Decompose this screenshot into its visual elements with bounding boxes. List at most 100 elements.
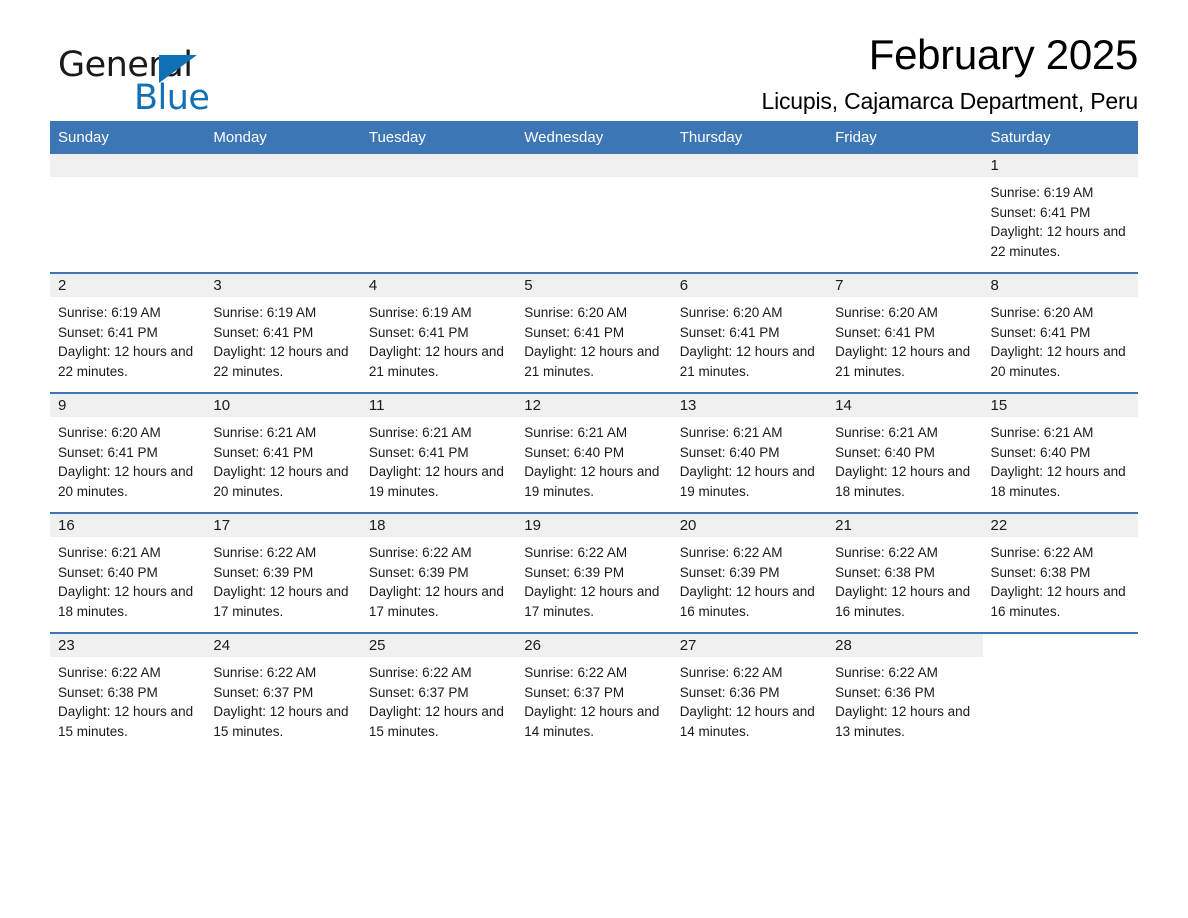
day-content bbox=[516, 154, 672, 272]
sunrise-time: Sunrise: 6:21 AM bbox=[213, 425, 317, 440]
day-content bbox=[827, 154, 983, 272]
day-number: 9 bbox=[50, 394, 206, 417]
day-number: 25 bbox=[360, 634, 517, 657]
day-sun-info: Sunrise: 6:20 AM Sunset: 6:41 PM Daylight:… bbox=[983, 297, 1138, 382]
weekday-header-friday: Friday bbox=[827, 121, 983, 154]
sunset-time: Sunset: 6:38 PM bbox=[990, 564, 1091, 580]
calendar-day-cell[interactable]: 2 Sunrise: 6:19 AM Sunset: 6:41 PM Daylight… bbox=[50, 272, 206, 393]
calendar-day-cell[interactable]: 6 Sunrise: 6:20 AM Sunset: 6:41 PM Daylight… bbox=[671, 272, 828, 393]
day-sun-info: Sunrise: 6:19 AM Sunset: 6:41 PM Daylight:… bbox=[50, 297, 205, 382]
calendar-day-cell[interactable]: 13 Sunrise: 6:21 AM Sunset: 6:40 PM Dayligh… bbox=[671, 392, 828, 513]
sunrise-sunset-calendar: Sunday Monday Tuesday Wednesday Thursday… bbox=[50, 121, 1138, 752]
calendar-day-cell[interactable]: 10 Sunrise: 6:21 AM Sunset: 6:41 PM Dayligh… bbox=[205, 392, 361, 513]
calendar-day-cell[interactable]: 12 Sunrise: 6:21 AM Sunset: 6:40 PM Dayligh… bbox=[516, 392, 672, 513]
calendar-day-cell[interactable]: 26 Sunrise: 6:22 AM Sunset: 6:37 PM Dayligh… bbox=[516, 632, 672, 752]
calendar-day-cell[interactable]: 15 Sunrise: 6:21 AM Sunset: 6:40 PM Dayligh… bbox=[982, 392, 1138, 513]
day-number: 14 bbox=[827, 394, 983, 417]
sunset-time: Sunset: 6:38 PM bbox=[58, 684, 158, 700]
calendar-day-cell[interactable]: 4 Sunrise: 6:19 AM Sunset: 6:41 PM Daylight… bbox=[360, 272, 517, 393]
day-content: 16 Sunrise: 6:21 AM Sunset: 6:40 PM Dayligh… bbox=[50, 514, 206, 632]
calendar-day-cell[interactable]: 21 Sunrise: 6:22 AM Sunset: 6:38 PM Dayligh… bbox=[827, 512, 983, 633]
calendar-day-cell[interactable]: 23 Sunrise: 6:22 AM Sunset: 6:38 PM Dayligh… bbox=[50, 632, 206, 752]
sunset-time: Sunset: 6:37 PM bbox=[368, 684, 469, 700]
generalblue-logo[interactable]: General Blue bbox=[58, 48, 358, 120]
weekday-header-saturday: Saturday bbox=[982, 121, 1138, 154]
day-number bbox=[671, 154, 828, 177]
day-content: 6 Sunrise: 6:20 AM Sunset: 6:41 PM Daylight… bbox=[671, 274, 828, 392]
sunrise-time: Sunrise: 6:19 AM bbox=[58, 305, 161, 320]
sunset-time: Sunset: 6:41 PM bbox=[990, 204, 1091, 220]
sunset-time: Sunset: 6:37 PM bbox=[213, 684, 314, 700]
calendar-week-row: 16 Sunrise: 6:21 AM Sunset: 6:40 PM Dayligh… bbox=[50, 512, 1138, 633]
day-number: 22 bbox=[982, 514, 1138, 537]
sunset-time: Sunset: 6:40 PM bbox=[835, 444, 935, 460]
calendar-day-cell-empty bbox=[827, 154, 983, 273]
day-number: 10 bbox=[205, 394, 361, 417]
day-content bbox=[360, 154, 517, 272]
calendar-day-cell[interactable]: 27 Sunrise: 6:22 AM Sunset: 6:36 PM Dayligh… bbox=[671, 632, 828, 752]
sunrise-time: Sunrise: 6:22 AM bbox=[835, 545, 938, 560]
calendar-day-cell[interactable]: 18 Sunrise: 6:22 AM Sunset: 6:39 PM Dayligh… bbox=[360, 512, 517, 633]
calendar-day-cell[interactable]: 25 Sunrise: 6:22 AM Sunset: 6:37 PM Dayligh… bbox=[360, 632, 517, 752]
calendar-week-row: 9 Sunrise: 6:20 AM Sunset: 6:41 PM Daylight… bbox=[50, 392, 1138, 513]
day-sun-info: Sunrise: 6:21 AM Sunset: 6:40 PM Daylight:… bbox=[827, 417, 982, 502]
calendar-day-cell[interactable]: 22 Sunrise: 6:22 AM Sunset: 6:38 PM Dayligh… bbox=[982, 512, 1138, 633]
calendar-day-cell[interactable]: 28 Sunrise: 6:22 AM Sunset: 6:36 PM Dayligh… bbox=[827, 632, 983, 752]
sunset-time: Sunset: 6:41 PM bbox=[679, 324, 780, 340]
day-number: 1 bbox=[982, 154, 1138, 177]
daylight-duration: Daylight: 12 hours and 16 minutes. bbox=[835, 584, 971, 620]
daylight-duration: Daylight: 12 hours and 20 minutes. bbox=[58, 464, 194, 500]
sunrise-time: Sunrise: 6:22 AM bbox=[368, 545, 472, 560]
day-number: 17 bbox=[205, 514, 361, 537]
logo-text-blue: Blue bbox=[134, 78, 210, 118]
calendar-week-row: 2 Sunrise: 6:19 AM Sunset: 6:41 PM Daylight… bbox=[50, 272, 1138, 393]
daylight-duration: Daylight: 12 hours and 16 minutes. bbox=[990, 584, 1126, 620]
sunset-time: Sunset: 6:41 PM bbox=[58, 444, 158, 460]
calendar-day-cell-empty bbox=[50, 154, 206, 273]
day-content bbox=[50, 154, 206, 272]
day-content: 4 Sunrise: 6:19 AM Sunset: 6:41 PM Daylight… bbox=[360, 274, 517, 392]
calendar-day-cell[interactable]: 1 Sunrise: 6:19 AM Sunset: 6:41 PM Daylight… bbox=[982, 154, 1138, 273]
daylight-duration: Daylight: 12 hours and 21 minutes. bbox=[524, 344, 660, 380]
daylight-duration: Daylight: 12 hours and 15 minutes. bbox=[58, 704, 194, 740]
weekday-header-sunday: Sunday bbox=[50, 121, 206, 154]
calendar-day-cell[interactable]: 24 Sunrise: 6:22 AM Sunset: 6:37 PM Dayligh… bbox=[205, 632, 361, 752]
day-content: 26 Sunrise: 6:22 AM Sunset: 6:37 PM Dayligh… bbox=[516, 634, 672, 752]
calendar-day-cell[interactable]: 5 Sunrise: 6:20 AM Sunset: 6:41 PM Daylight… bbox=[516, 272, 672, 393]
calendar-day-cell-empty bbox=[360, 154, 517, 273]
calendar-day-cell[interactable]: 8 Sunrise: 6:20 AM Sunset: 6:41 PM Daylight… bbox=[982, 272, 1138, 393]
page-header: General Blue February 2025 Licupis, Caja… bbox=[50, 0, 1138, 115]
sunrise-time: Sunrise: 6:22 AM bbox=[835, 665, 938, 680]
daylight-duration: Daylight: 12 hours and 14 minutes. bbox=[679, 704, 815, 740]
daylight-duration: Daylight: 12 hours and 20 minutes. bbox=[213, 464, 349, 500]
sunrise-time: Sunrise: 6:21 AM bbox=[524, 425, 628, 440]
calendar-day-cell-empty bbox=[671, 154, 828, 273]
calendar-day-cell[interactable]: 3 Sunrise: 6:19 AM Sunset: 6:41 PM Daylight… bbox=[205, 272, 361, 393]
day-sun-info: Sunrise: 6:21 AM Sunset: 6:40 PM Daylight:… bbox=[672, 417, 827, 502]
calendar-day-cell[interactable]: 14 Sunrise: 6:21 AM Sunset: 6:40 PM Dayligh… bbox=[827, 392, 983, 513]
calendar-week-row: 23 Sunrise: 6:22 AM Sunset: 6:38 PM Dayligh… bbox=[50, 632, 1138, 752]
day-sun-info: Sunrise: 6:22 AM Sunset: 6:37 PM Daylight:… bbox=[361, 657, 516, 742]
calendar-day-cell[interactable]: 7 Sunrise: 6:20 AM Sunset: 6:41 PM Daylight… bbox=[827, 272, 983, 393]
day-content: 5 Sunrise: 6:20 AM Sunset: 6:41 PM Daylight… bbox=[516, 274, 672, 392]
sunset-time: Sunset: 6:41 PM bbox=[835, 324, 935, 340]
daylight-duration: Daylight: 12 hours and 17 minutes. bbox=[368, 584, 504, 620]
sunset-time: Sunset: 6:40 PM bbox=[679, 444, 780, 460]
calendar-day-cell-empty bbox=[205, 154, 361, 273]
calendar-day-cell[interactable]: 20 Sunrise: 6:22 AM Sunset: 6:39 PM Dayligh… bbox=[671, 512, 828, 633]
calendar-day-cell[interactable]: 17 Sunrise: 6:22 AM Sunset: 6:39 PM Dayligh… bbox=[205, 512, 361, 633]
day-sun-info: Sunrise: 6:22 AM Sunset: 6:36 PM Daylight:… bbox=[672, 657, 827, 742]
calendar-day-cell[interactable]: 11 Sunrise: 6:21 AM Sunset: 6:41 PM Dayligh… bbox=[360, 392, 517, 513]
day-number: 2 bbox=[50, 274, 206, 297]
day-number: 15 bbox=[982, 394, 1138, 417]
daylight-duration: Daylight: 12 hours and 19 minutes. bbox=[524, 464, 660, 500]
calendar-day-cell[interactable]: 16 Sunrise: 6:21 AM Sunset: 6:40 PM Dayligh… bbox=[50, 512, 206, 633]
day-content: 18 Sunrise: 6:22 AM Sunset: 6:39 PM Dayligh… bbox=[360, 514, 517, 632]
day-number: 7 bbox=[827, 274, 983, 297]
calendar-body: 1 Sunrise: 6:19 AM Sunset: 6:41 PM Daylight… bbox=[50, 154, 1138, 752]
calendar-day-cell[interactable]: 9 Sunrise: 6:20 AM Sunset: 6:41 PM Daylight… bbox=[50, 392, 206, 513]
calendar-day-cell[interactable]: 19 Sunrise: 6:22 AM Sunset: 6:39 PM Dayligh… bbox=[516, 512, 672, 633]
day-content bbox=[671, 154, 828, 272]
sunrise-time: Sunrise: 6:21 AM bbox=[990, 425, 1094, 440]
day-number: 13 bbox=[671, 394, 828, 417]
